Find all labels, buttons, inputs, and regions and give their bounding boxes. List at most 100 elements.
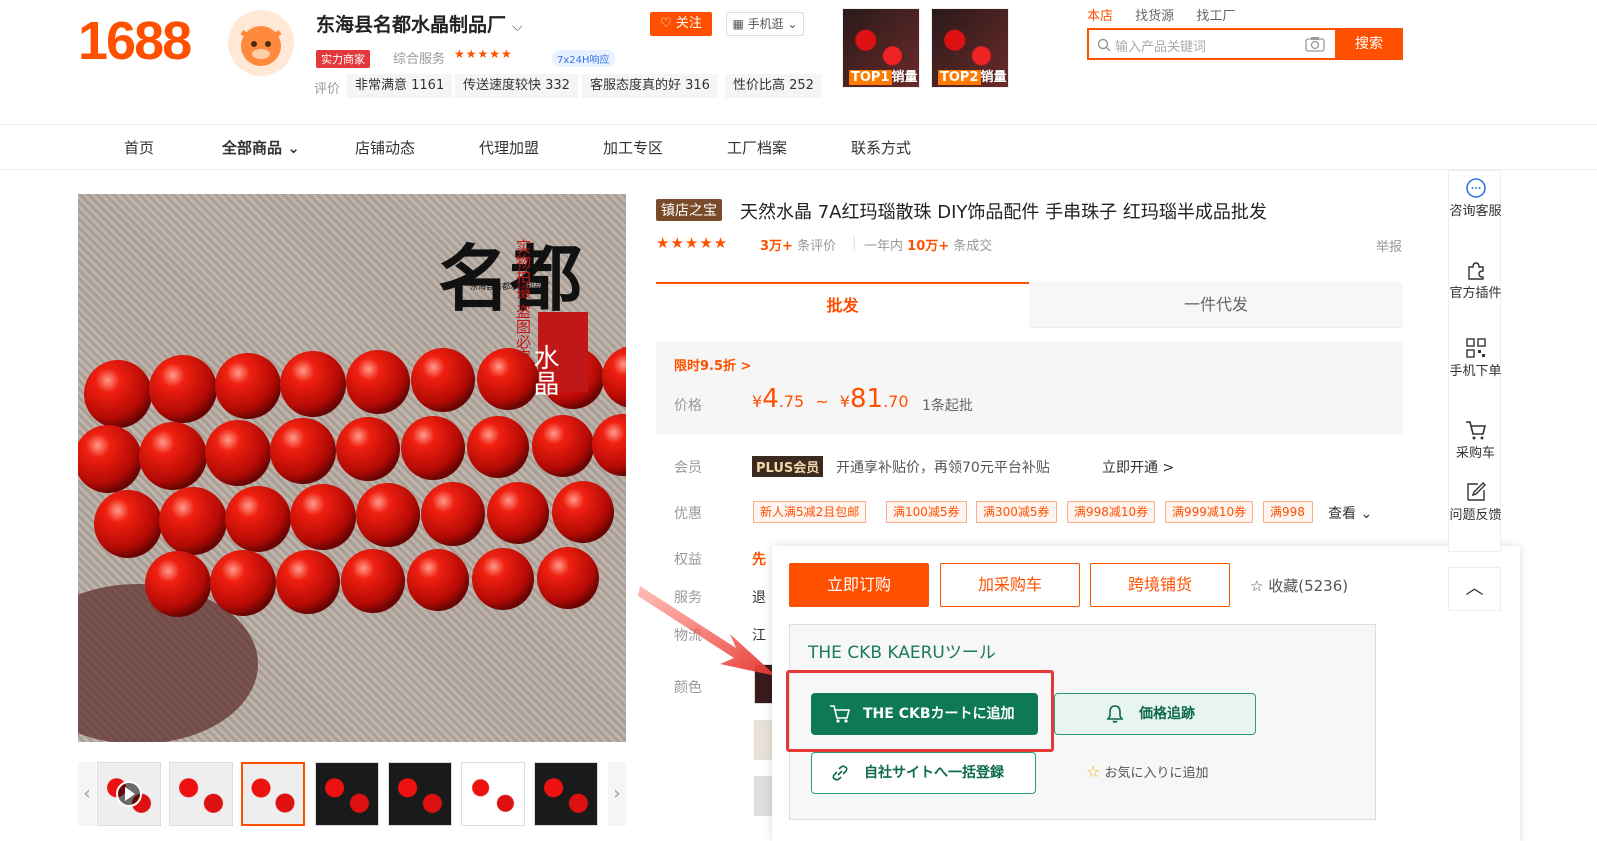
nav-agency[interactable]: 代理加盟 <box>479 137 539 158</box>
price-tracking-button[interactable]: 価格追跡 <box>1054 693 1256 735</box>
tab-dropship[interactable]: 一件代发 <box>1029 282 1403 328</box>
chevron-down-icon: ⌄ <box>287 139 300 157</box>
nav-factory[interactable]: 工厂档案 <box>727 137 787 158</box>
chat-icon <box>1465 178 1486 198</box>
discount-label: 优惠 <box>674 506 702 522</box>
product-thumbnail[interactable] <box>388 762 452 826</box>
price-label: 价格 <box>674 398 702 414</box>
mobile-view-button[interactable]: ▦ 手机逛 ⌄ <box>726 12 804 36</box>
follow-button[interactable]: ♡ 关注 <box>650 12 712 36</box>
thumb-prev-button[interactable]: ‹ <box>78 762 96 826</box>
link-icon <box>832 765 848 781</box>
nav-shop-news[interactable]: 店铺动态 <box>355 137 415 158</box>
rating-tag: 非常满意 1161 <box>347 74 453 98</box>
search-tab-source[interactable]: 找货源 <box>1135 9 1174 24</box>
more-coupons-link[interactable]: 查看 ⌄ <box>1328 503 1372 523</box>
site-logo[interactable]: 1688 <box>78 10 192 72</box>
cart-icon <box>1465 421 1486 440</box>
search-tabs: 本店 找货源 找工厂 <box>1087 5 1253 24</box>
product-thumbnail[interactable] <box>241 762 305 826</box>
top-product-thumb[interactable]: TOP2 销量 <box>931 8 1009 88</box>
nav-processing[interactable]: 加工专区 <box>603 137 663 158</box>
top-product-thumb[interactable]: TOP1 销量 <box>842 8 920 88</box>
plus-member-badge: PLUS会员 <box>752 456 824 477</box>
image-brand-text: 名都 <box>438 236 582 321</box>
highlight-box <box>786 670 1054 752</box>
qrcode-icon <box>1465 338 1486 358</box>
sidebar-item-service[interactable]: 咨询客服 <box>1449 177 1502 221</box>
right-sidebar: 咨询客服 官方插件 手机下单 采购车 问题反馈 <box>1448 170 1502 552</box>
product-main-image[interactable]: 名都 水晶 实物拍摄 盗图必究 东海县名都水晶制品厂 <box>78 194 626 742</box>
coupon[interactable]: 满998 <box>1263 501 1313 523</box>
puzzle-icon <box>1467 262 1484 280</box>
rating-tag: 客服态度真的好 316 <box>582 74 718 98</box>
shop-name[interactable]: 东海县名都水晶制品厂 ⌵ <box>316 10 523 37</box>
search-tab-store[interactable]: 本店 <box>1087 9 1113 24</box>
add-to-cart-button[interactable]: 加采购车 <box>940 563 1080 607</box>
product-thumbnail[interactable] <box>534 762 598 826</box>
coupon[interactable]: 满998减10券 <box>1067 501 1156 523</box>
shop-avatar[interactable] <box>228 10 294 76</box>
ckb-favorite-link[interactable]: ☆ お気に入りに追加 <box>1086 762 1209 781</box>
product-thumbnail[interactable] <box>97 762 161 826</box>
star-icon: ☆ <box>1086 762 1101 781</box>
product-thumbnail[interactable] <box>315 762 379 826</box>
price-range: ¥4.75 ~ ¥81.70 <box>752 384 909 414</box>
review-count[interactable]: 3万+ 条评价 <box>760 235 836 254</box>
coupon[interactable]: 满300减5券 <box>976 501 1057 523</box>
favorite-button[interactable]: ☆ 收藏(5236) <box>1250 575 1348 596</box>
product-title: 天然水晶 7A红玛瑙散珠 DIY饰品配件 手串珠子 红玛瑙半成品批发 <box>740 202 1267 223</box>
nav-contact[interactable]: 联系方式 <box>851 137 911 158</box>
cross-border-button[interactable]: 跨境铺货 <box>1090 563 1230 607</box>
image-slogan-text: 实物拍摄 盗图必究 <box>514 239 532 365</box>
search-button[interactable]: 搜索 <box>1335 28 1403 60</box>
search-tab-factory[interactable]: 找工厂 <box>1196 9 1235 24</box>
image-sub-text: 东海县名都水晶制品厂 <box>470 281 550 291</box>
star-icon: ☆ <box>1250 577 1264 595</box>
sidebar-item-cart[interactable]: 采购车 <box>1449 419 1502 463</box>
rating-tag: 性价比高 252 <box>725 74 822 98</box>
search-placeholder: 输入产品关键词 <box>1115 40 1207 55</box>
rating-label: 评价 <box>314 82 341 97</box>
tab-wholesale[interactable]: 批发 <box>656 282 1029 328</box>
sidebar-item-feedback[interactable]: 问题反馈 <box>1449 481 1502 525</box>
coupon[interactable]: 满100减5券 <box>886 501 967 523</box>
min-order: 1条起批 <box>922 398 973 414</box>
chevron-up-icon: ︿ <box>1465 578 1484 599</box>
coupon[interactable]: 满999减10券 <box>1165 501 1254 523</box>
plus-member-text: 开通享补贴价，再领70元平台补贴 <box>836 460 1050 476</box>
back-to-top-button[interactable]: ︿ <box>1448 567 1501 611</box>
coupon[interactable]: 新人满5减2且包邮 <box>753 501 867 523</box>
sidebar-item-plugin[interactable]: 官方插件 <box>1449 259 1502 303</box>
order-now-button[interactable]: 立即订购 <box>789 563 929 607</box>
rating-tag: 传送速度较快 332 <box>455 74 578 98</box>
chevron-down-icon[interactable]: ⌵ <box>512 19 523 35</box>
ckb-title: THE CKB KAERUツール <box>808 643 996 663</box>
rights-label: 权益 <box>674 552 702 568</box>
image-tag-text: 水晶 <box>529 344 559 396</box>
nav-home[interactable]: 首页 <box>124 137 154 158</box>
nav-all-products[interactable]: 全部商品 ⌄ <box>222 137 300 158</box>
search-input[interactable]: 输入产品关键词 <box>1087 28 1335 60</box>
response-badge: 7x24H响应 <box>552 50 615 67</box>
flash-sale-link[interactable]: 限时9.5折 > <box>674 355 751 374</box>
product-thumbnail[interactable] <box>169 762 233 826</box>
sales-count: 一年内 10万+ 条成交 <box>864 239 993 254</box>
service-stars: ★★★★★ <box>454 47 513 61</box>
open-plus-link[interactable]: 立即开通 > <box>1102 457 1174 477</box>
treasure-badge: 镇店之宝 <box>656 199 722 221</box>
shop-header: 1688 东海县名都水晶制品厂 ⌵ ♡ 关注 ▦ 手机逛 ⌄ 实力商家 综合服务 … <box>0 0 1597 124</box>
sidebar-item-mobile[interactable]: 手机下单 <box>1449 337 1502 381</box>
color-swatch[interactable] <box>754 720 774 760</box>
bulk-register-button[interactable]: 自社サイトへ一括登録 <box>811 752 1036 794</box>
power-merchant-badge: 实力商家 <box>316 50 370 68</box>
edit-icon <box>1466 482 1486 501</box>
shop-nav: 首页 全部商品 ⌄ 店铺动态 代理加盟 加工专区 工厂档案 联系方式 <box>0 124 1597 170</box>
report-link[interactable]: 举报 <box>1376 236 1402 255</box>
color-swatch[interactable] <box>754 776 774 816</box>
thumb-next-button[interactable]: › <box>608 762 626 826</box>
product-thumbnail[interactable] <box>461 762 525 826</box>
bell-icon <box>1106 705 1124 723</box>
rights-value: 先 <box>752 552 766 568</box>
camera-icon[interactable] <box>1305 36 1325 52</box>
